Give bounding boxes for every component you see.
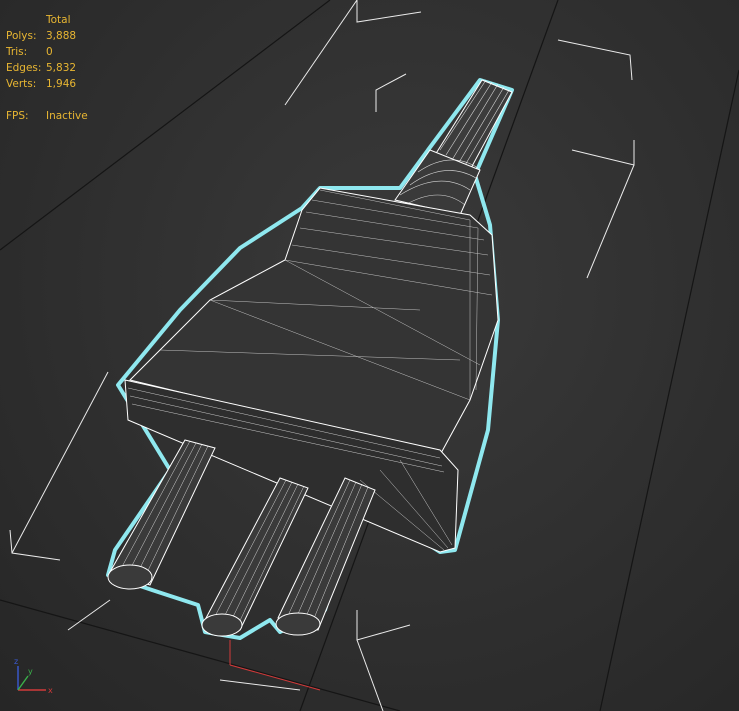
stats-row-polys: Polys: 3,888 [6,28,88,44]
plug-pin-left [107,439,216,590]
stats-label: Polys: [6,30,37,42]
axis-tripod-icon: x z y [14,657,53,695]
stats-row-fps: FPS: Inactive [6,108,88,124]
svg-text:y: y [28,667,33,676]
fps-value: Inactive [46,110,88,122]
svg-text:x: x [48,686,53,695]
stats-value: 5,832 [46,62,77,74]
viewport-perspective[interactable]: x z y Total Polys: 3,888 Tris: 0 Edges: … [0,0,739,711]
stats-value: 0 [46,46,53,58]
stats-row-tris: Tris: 0 [6,44,88,60]
stats-row-edges: Edges: 5,832 [6,60,88,76]
stats-value: 3,888 [46,30,77,42]
stats-label: Edges: [6,62,42,74]
scene-canvas[interactable]: x z y [0,0,739,711]
stats-label: Tris: [6,46,28,58]
fps-label: FPS: [6,110,29,122]
stats-header: Total [46,14,71,26]
svg-text:z: z [14,657,18,666]
viewport-statistics: Total Polys: 3,888 Tris: 0 Edges: 5,832 … [6,12,88,124]
stats-header-row: Total [6,12,88,28]
stats-row-verts: Verts: 1,946 [6,76,88,92]
stats-value: 1,946 [46,78,77,90]
stats-label: Verts: [6,78,37,90]
